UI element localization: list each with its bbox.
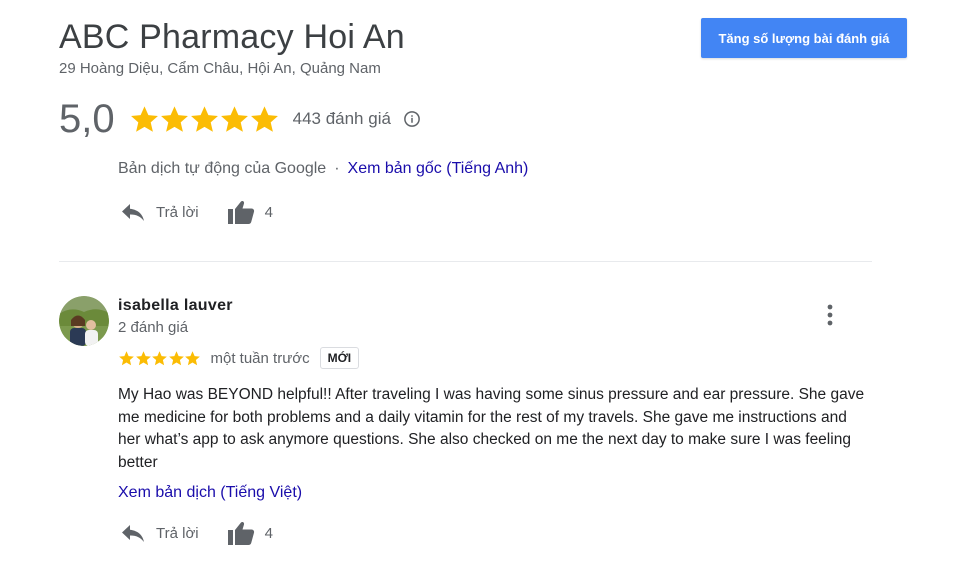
star-icon (250, 105, 278, 132)
review-date: một tuần trước (210, 349, 310, 367)
separator-dot: · (334, 160, 340, 177)
info-icon[interactable] (403, 110, 421, 128)
reply-button[interactable]: Trả lời (120, 201, 199, 223)
reply-label: Trả lời (156, 203, 199, 221)
reply-label: Trả lời (156, 524, 199, 542)
review-count-link[interactable]: 443 đánh giá (293, 109, 391, 129)
star-icon (135, 350, 151, 365)
review-meta: một tuần trước MỚI (118, 347, 360, 369)
rating-score: 5,0 (59, 96, 115, 141)
view-translation-link[interactable]: Xem bản dịch (Tiếng Việt) (118, 484, 302, 502)
thumbs-up-icon (227, 522, 254, 545)
reply-icon (122, 204, 144, 221)
review-divider (59, 261, 872, 262)
star-icon (168, 350, 184, 365)
business-name: ABC Pharmacy Hoi An (59, 18, 405, 56)
star-icon (185, 350, 200, 365)
reply-icon (122, 525, 144, 542)
like-button[interactable]: 4 (227, 520, 273, 546)
more-vert-icon (827, 304, 833, 326)
review-stars (118, 350, 201, 367)
like-button[interactable]: 4 (227, 199, 273, 225)
reviews-panel: ABC Pharmacy Hoi An 29 Hoàng Diệu, Cẩm C… (0, 0, 954, 579)
like-count: 4 (264, 203, 273, 221)
business-address: 29 Hoàng Diệu, Cẩm Châu, Hội An, Quảng N… (59, 60, 381, 77)
previous-review-actions: Trả lời 4 (120, 199, 273, 225)
star-icon (160, 105, 188, 132)
like-count: 4 (264, 524, 273, 542)
thumbs-up-icon (227, 201, 254, 224)
rating-stars (129, 104, 279, 135)
review-actions: Trả lời 4 (120, 520, 273, 546)
star-icon (220, 105, 248, 132)
reviewer-name[interactable]: isabella lauver (118, 297, 233, 315)
new-badge: MỚI (319, 347, 360, 369)
rating-summary: 5,0 443 đánh giá (59, 94, 421, 144)
star-icon (130, 105, 158, 132)
star-icon (190, 105, 218, 132)
review-text: My Hao was BEYOND helpful!! After travel… (118, 386, 865, 471)
view-original-link[interactable]: Xem bản gốc (Tiếng Anh) (348, 160, 529, 177)
reviewer-review-count: 2 đánh giá (118, 319, 189, 336)
more-options-button[interactable] (822, 302, 838, 328)
translation-note: Bản dịch tự động của Google (118, 160, 327, 177)
star-icon (119, 350, 134, 365)
reply-button[interactable]: Trả lời (120, 522, 199, 544)
translation-note-row: Bản dịch tự động của Google · Xem bản gốc … (118, 160, 528, 178)
increase-reviews-button[interactable]: Tăng số lượng bài đánh giá (701, 18, 907, 58)
reviewer-avatar[interactable] (59, 296, 109, 346)
star-icon (152, 350, 167, 365)
